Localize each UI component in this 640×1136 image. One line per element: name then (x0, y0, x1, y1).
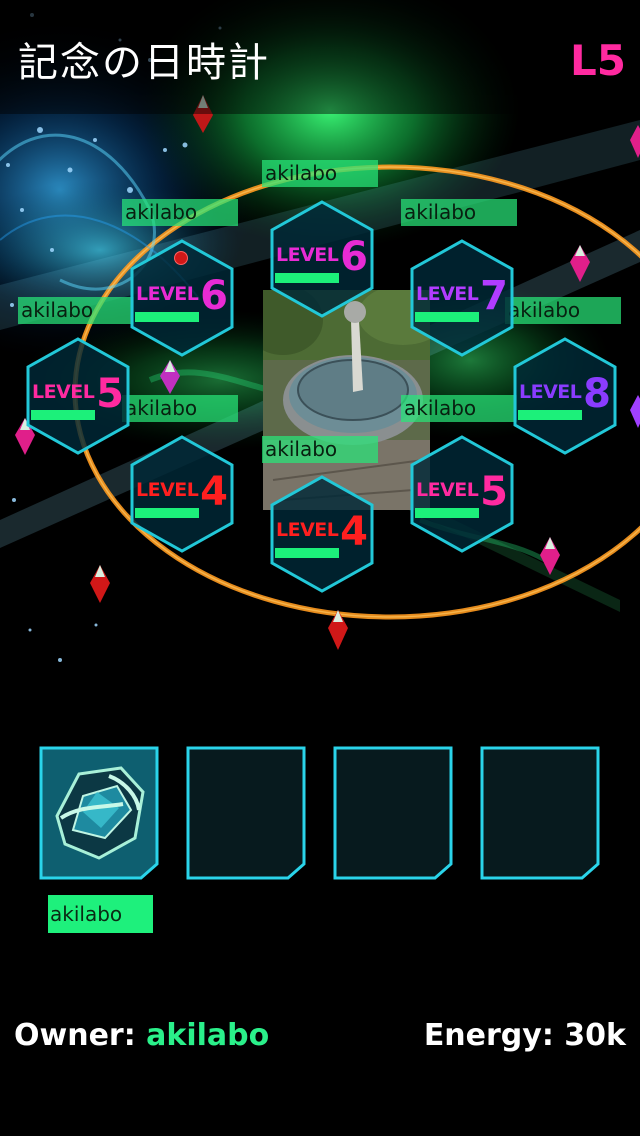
resonator-level-number: 6 (340, 234, 368, 280)
pink-crystal-icon (570, 245, 590, 282)
resonator-owner-tag: akilabo (505, 297, 621, 324)
resonator-owner-tag: akilabo (262, 436, 378, 463)
mod-slot-1[interactable] (39, 746, 159, 880)
resonator-level-number: 5 (480, 469, 508, 515)
red-crystal-icon (328, 610, 348, 650)
energy-label: Energy: (423, 1018, 554, 1053)
resonator-energy-bar (518, 410, 582, 420)
resonator-owner-tag: akilabo (122, 199, 238, 226)
mod-slot-2[interactable] (186, 746, 306, 880)
pink-crystal-icon (540, 537, 560, 575)
resonator-slot-ne[interactable]: LEVEL 7 (410, 239, 514, 357)
resonator-energy-bar (415, 312, 479, 322)
resonator-level-label: LEVEL (416, 479, 479, 501)
resonator-level-label: LEVEL (32, 381, 95, 403)
resonator-slot-w[interactable]: LEVEL 5 (26, 337, 130, 455)
portal-energy: Energy: 30k (424, 1018, 626, 1053)
resonator-level-label: LEVEL (276, 244, 339, 266)
resonator-slot-sw[interactable]: LEVEL 4 (130, 435, 234, 553)
resonator-owner-tag: akilabo (262, 160, 378, 187)
resonator-level-label: LEVEL (519, 381, 582, 403)
resonator-level-label: LEVEL (276, 519, 339, 541)
pink-crystal-icon (160, 360, 180, 394)
resonator-energy-bar (31, 410, 95, 420)
portal-title-bar: 記念の日時計 L5 (0, 0, 640, 114)
resonator-slot-e[interactable]: LEVEL 8 (513, 337, 617, 455)
resonator-level-label: LEVEL (416, 283, 479, 305)
pink-crystal-icon (630, 125, 640, 158)
mod-slot-4[interactable] (480, 746, 600, 880)
resonator-level-number: 7 (480, 273, 508, 319)
portal-name: 記念の日時計 (18, 40, 270, 86)
resonator-slot-nw[interactable]: LEVEL 6 (130, 239, 234, 357)
resonator-level-number: 5 (96, 371, 124, 417)
resonator-energy-bar (135, 312, 199, 322)
red-dot-icon (174, 251, 188, 265)
red-crystal-icon (90, 565, 110, 603)
resonator-level-number: 6 (200, 273, 228, 319)
energy-value: 30k (564, 1018, 626, 1053)
resonator-slot-n[interactable]: LEVEL 6 (270, 200, 374, 318)
resonator-level-label: LEVEL (136, 283, 199, 305)
resonator-energy-bar (135, 508, 199, 518)
resonator-owner-tag: akilabo (122, 395, 238, 422)
resonator-level-number: 4 (200, 469, 228, 515)
resonator-energy-bar (415, 508, 479, 518)
owner-name-link[interactable]: akilabo (146, 1018, 269, 1053)
resonator-level-number: 4 (340, 509, 368, 555)
resonator-energy-bar (275, 273, 339, 283)
resonator-owner-tag: akilabo (401, 395, 517, 422)
resonator-level-label: LEVEL (136, 479, 199, 501)
resonator-owner-tag: akilabo (401, 199, 517, 226)
owner-label: Owner: (14, 1018, 136, 1053)
purple-crystal-icon (630, 395, 640, 428)
resonator-level-number: 8 (583, 371, 611, 417)
mod-slot-3[interactable] (333, 746, 453, 880)
portal-level-badge: L5 (570, 36, 626, 85)
resonator-energy-bar (275, 548, 339, 558)
resonator-slot-s[interactable]: LEVEL 4 (270, 475, 374, 593)
portal-owner: Owner: akilabo (14, 1018, 269, 1053)
mod-owner-tag: akilabo (48, 895, 153, 933)
resonator-owner-tag: akilabo (18, 297, 134, 324)
resonator-slot-se[interactable]: LEVEL 5 (410, 435, 514, 553)
